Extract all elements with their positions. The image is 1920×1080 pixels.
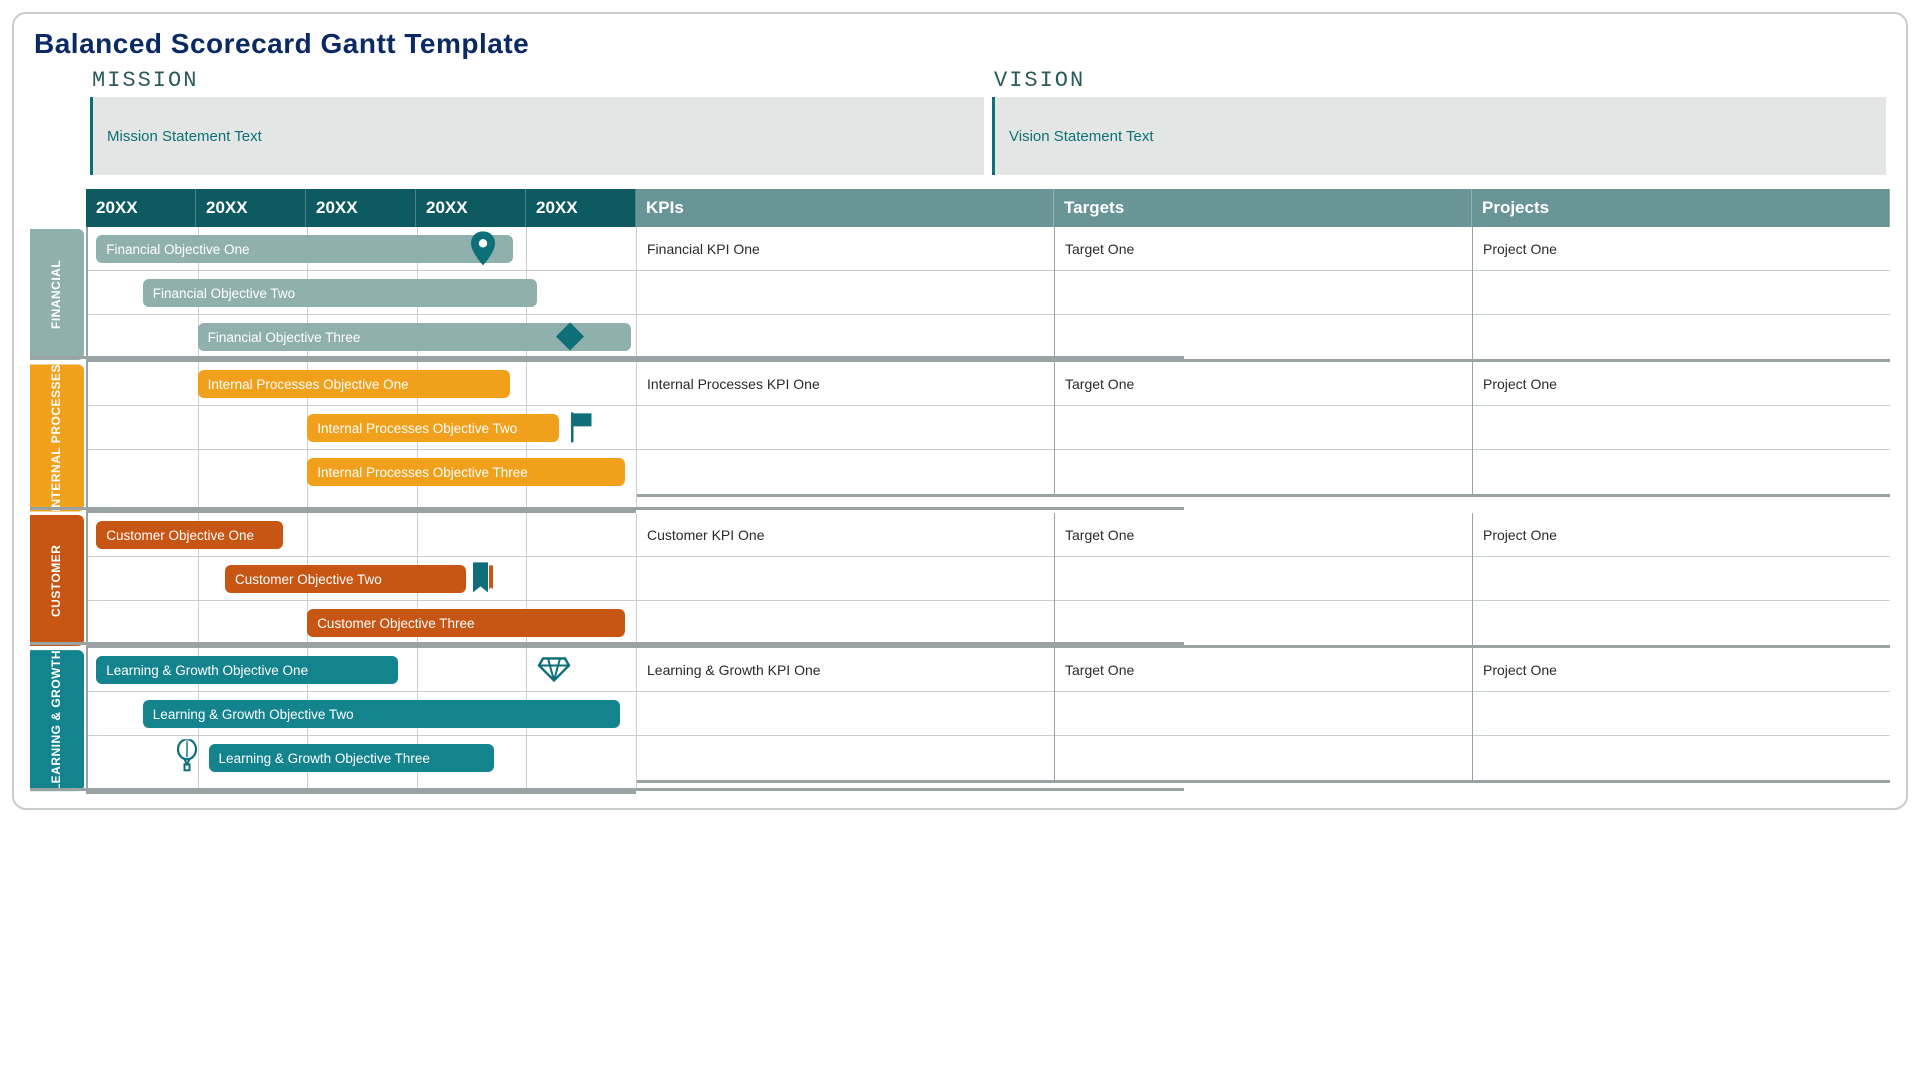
category-label-customer: CUSTOMER	[30, 515, 84, 646]
target-cell[interactable]: Target One	[1055, 227, 1472, 271]
period-header: 20XX	[416, 189, 526, 227]
kpi-cell[interactable]	[637, 601, 1054, 645]
projects-header: Projects	[1472, 189, 1890, 227]
project-column-learning: Project One	[1472, 648, 1890, 783]
kpi-column-customer: Customer KPI One	[636, 513, 1054, 648]
gantt-bar[interactable]: Learning & Growth Objective Three	[209, 744, 494, 772]
category-label-internal: INTERNAL PROCESSES	[30, 364, 84, 511]
kpi-cell[interactable]	[637, 557, 1054, 601]
project-cell[interactable]	[1473, 450, 1890, 494]
kpi-cell[interactable]	[637, 271, 1054, 315]
gantt-bar[interactable]: Internal Processes Objective Three	[307, 458, 625, 486]
kpi-column-internal: Internal Processes KPI One	[636, 362, 1054, 497]
gantt-bar[interactable]: Learning & Growth Objective Two	[143, 700, 620, 728]
gantt-bar[interactable]: Learning & Growth Objective One	[96, 656, 397, 684]
kpi-cell[interactable]	[637, 692, 1054, 736]
target-cell[interactable]: Target One	[1055, 513, 1472, 557]
diamond-outline-icon	[537, 656, 571, 682]
target-cell[interactable]: Target One	[1055, 362, 1472, 406]
kpi-column-financial: Financial KPI One	[636, 227, 1054, 362]
vision-text[interactable]: Vision Statement Text	[992, 97, 1886, 175]
gantt-bar[interactable]: Customer Objective One	[96, 521, 282, 549]
gantt-bar[interactable]: Customer Objective Two	[225, 565, 466, 593]
balloon-icon	[175, 740, 199, 776]
project-cell[interactable]	[1473, 271, 1890, 315]
gantt-bar[interactable]: Financial Objective One	[96, 235, 512, 263]
target-cell[interactable]	[1055, 601, 1472, 645]
project-cell[interactable]: Project One	[1473, 648, 1890, 692]
target-cell[interactable]	[1055, 450, 1472, 494]
project-cell[interactable]: Project One	[1473, 362, 1890, 406]
target-cell[interactable]	[1055, 406, 1472, 450]
gantt-bar[interactable]: Customer Objective Three	[307, 609, 625, 637]
target-column-internal: Target One	[1054, 362, 1472, 497]
project-cell[interactable]: Project One	[1473, 227, 1890, 271]
project-column-internal: Project One	[1472, 362, 1890, 497]
target-column-customer: Target One	[1054, 513, 1472, 648]
targets-header: Targets	[1054, 189, 1472, 227]
template-frame: Balanced Scorecard Gantt Template MISSIO…	[12, 12, 1908, 810]
target-cell[interactable]	[1055, 271, 1472, 315]
bookmark-icon	[472, 561, 494, 595]
project-cell[interactable]: Project One	[1473, 513, 1890, 557]
page-title: Balanced Scorecard Gantt Template	[34, 28, 1890, 60]
kpi-cell[interactable]: Customer KPI One	[637, 513, 1054, 557]
mission-heading: MISSION	[90, 68, 984, 93]
gantt-area-financial: Financial Objective One Financial Objecti…	[86, 227, 636, 362]
kpi-cell[interactable]	[637, 315, 1054, 359]
gantt-area-customer: Customer Objective One Customer Objective…	[86, 513, 636, 648]
kpi-cell[interactable]: Financial KPI One	[637, 227, 1054, 271]
mission-text[interactable]: Mission Statement Text	[90, 97, 984, 175]
kpi-column-learning: Learning & Growth KPI One	[636, 648, 1054, 783]
project-cell[interactable]	[1473, 406, 1890, 450]
project-column-financial: Project One	[1472, 227, 1890, 362]
project-cell[interactable]	[1473, 736, 1890, 780]
header-corner	[30, 189, 86, 227]
period-header: 20XX	[86, 189, 196, 227]
scorecard-grid: 20XX 20XX 20XX 20XX 20XX KPIs Targets Pr…	[30, 189, 1890, 794]
kpi-cell[interactable]: Internal Processes KPI One	[637, 362, 1054, 406]
category-label-learning: LEARNING & GROWTH	[30, 650, 84, 791]
project-cell[interactable]	[1473, 692, 1890, 736]
gantt-bar[interactable]: Internal Processes Objective Two	[307, 414, 559, 442]
target-cell[interactable]	[1055, 692, 1472, 736]
gantt-bar[interactable]: Financial Objective Three	[198, 323, 631, 351]
target-column-financial: Target One	[1054, 227, 1472, 362]
project-cell[interactable]	[1473, 557, 1890, 601]
vision-heading: VISION	[992, 68, 1886, 93]
project-cell[interactable]	[1473, 601, 1890, 645]
project-cell[interactable]	[1473, 315, 1890, 359]
project-column-customer: Project One	[1472, 513, 1890, 648]
kpi-cell[interactable]	[637, 450, 1054, 494]
category-label-financial: FINANCIAL	[30, 229, 84, 360]
kpi-cell[interactable]	[637, 406, 1054, 450]
period-header: 20XX	[196, 189, 306, 227]
period-header: 20XX	[306, 189, 416, 227]
flag-icon	[568, 412, 594, 442]
target-cell[interactable]	[1055, 736, 1472, 780]
gantt-area-learning: Learning & Growth Objective One Learning …	[86, 648, 636, 793]
target-column-learning: Target One	[1054, 648, 1472, 783]
kpi-cell[interactable]	[637, 736, 1054, 780]
kpi-cell[interactable]: Learning & Growth KPI One	[637, 648, 1054, 692]
kpis-header: KPIs	[636, 189, 1054, 227]
mission-vision-section: MISSION Mission Statement Text VISION Vi…	[30, 68, 1890, 175]
target-cell[interactable]	[1055, 315, 1472, 359]
gantt-area-internal: Internal Processes Objective One Internal…	[86, 362, 636, 513]
gantt-bar[interactable]: Financial Objective Two	[143, 279, 538, 307]
target-cell[interactable]	[1055, 557, 1472, 601]
gantt-bar[interactable]: Internal Processes Objective One	[198, 370, 510, 398]
target-cell[interactable]: Target One	[1055, 648, 1472, 692]
period-header: 20XX	[526, 189, 636, 227]
